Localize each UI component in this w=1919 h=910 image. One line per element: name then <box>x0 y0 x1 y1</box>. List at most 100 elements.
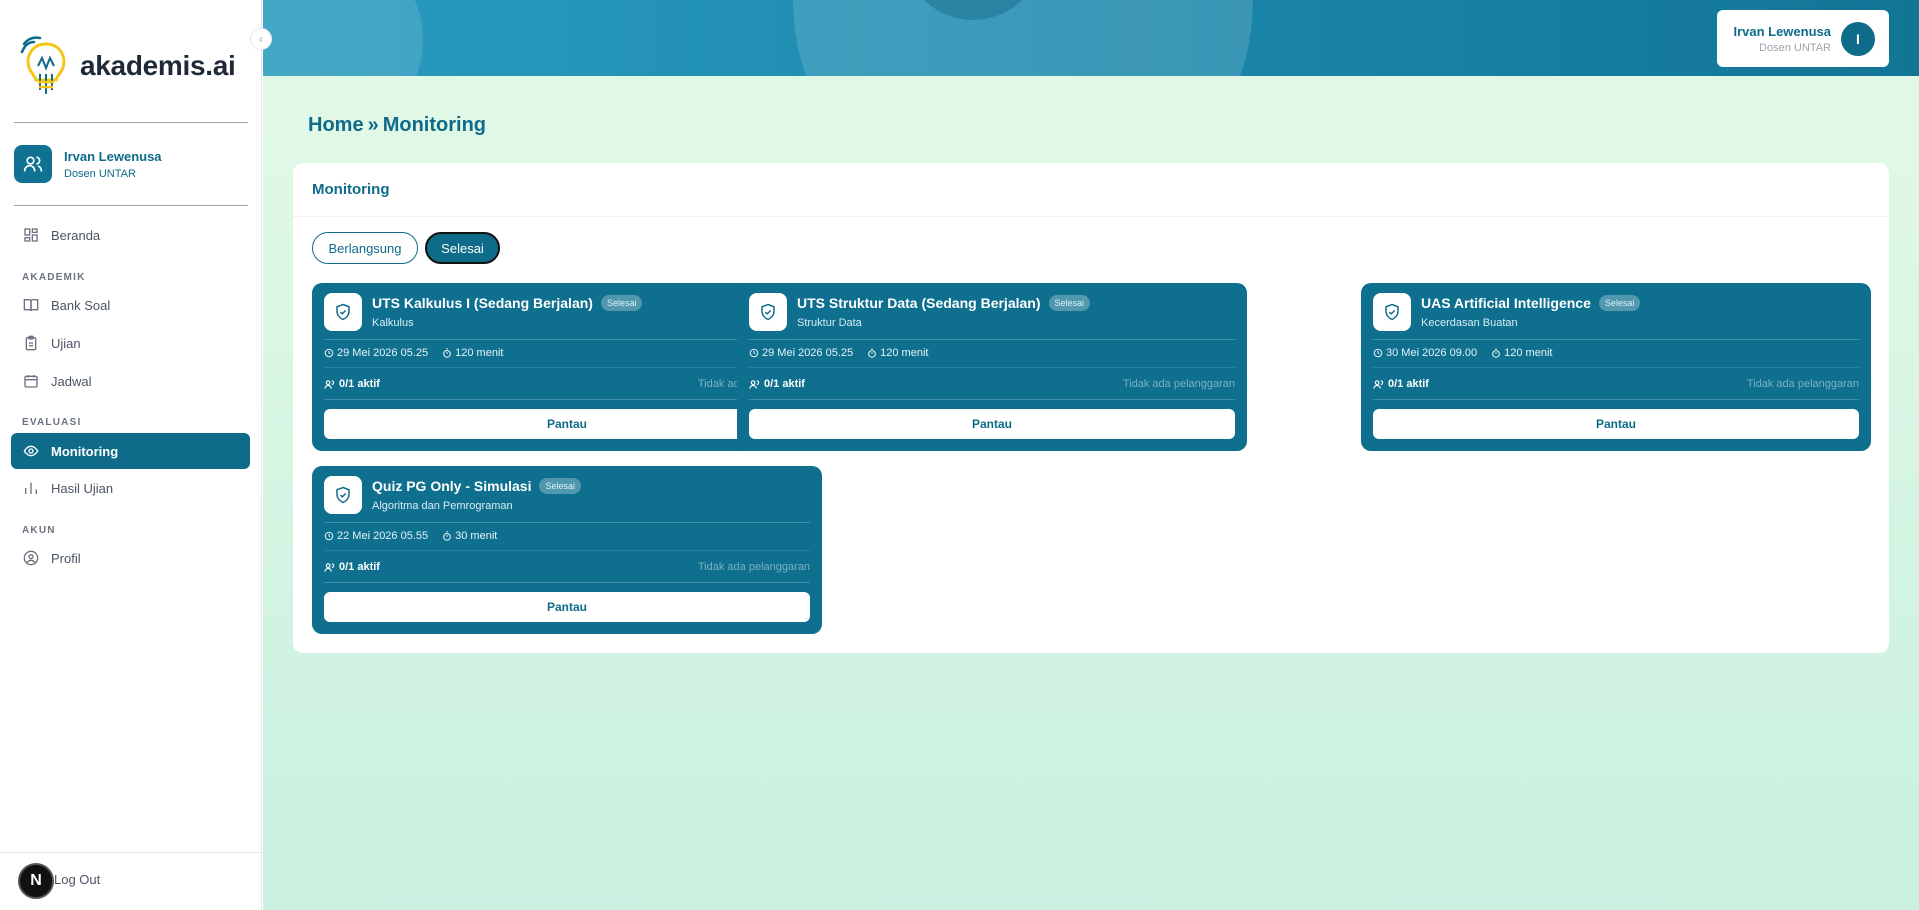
divider <box>324 522 810 523</box>
violation-status: Tidak ada pelanggaran <box>697 561 810 573</box>
monitoring-panel: Monitoring Berlangsung Selesai UTS Kalku… <box>293 163 1889 653</box>
pantau-button[interactable]: Pantau <box>749 409 1235 439</box>
users-icon <box>324 562 335 572</box>
main-content: Irvan Lewenusa Dosen UNTAR I Home » Moni… <box>263 0 1919 910</box>
bar-chart-icon <box>25 482 37 494</box>
active-count: 0/1 aktif <box>1388 378 1429 390</box>
dev-tools-badge[interactable]: N <box>18 863 54 899</box>
shield-check-icon <box>324 293 362 331</box>
logout-area: N Log Out <box>0 852 262 910</box>
divider <box>749 399 1235 400</box>
exam-subject: Struktur Data <box>797 317 862 329</box>
divider <box>293 216 1889 217</box>
exam-subject: Kalkulus <box>372 317 414 329</box>
users-icon <box>324 379 335 389</box>
status-badge: Selesai <box>1598 295 1641 311</box>
sidebar-user-name: Irvan Lewenusa <box>64 148 162 164</box>
sidebar: ‹ akademis.ai Irvan Lewenusa Dosen UNTAR… <box>0 0 272 910</box>
sidebar-item-label: Hasil Ujian <box>51 480 114 496</box>
sidebar-item-label: Beranda <box>51 227 101 243</box>
shield-check-icon <box>1373 293 1411 331</box>
brand-name: akademis.ai <box>80 50 236 81</box>
sidebar-item-label: Jadwal <box>51 373 92 389</box>
sidebar-item-monitoring[interactable]: Monitoring <box>11 433 250 469</box>
exam-datetime: 29 Mei 2026 05.25 <box>337 347 429 359</box>
header-user-card[interactable]: Irvan Lewenusa Dosen UNTAR I <box>1717 10 1889 67</box>
exam-subject: Algoritma dan Pemrograman <box>372 500 513 512</box>
sidebar-item-beranda[interactable]: Beranda <box>11 217 250 253</box>
exam-duration: 120 menit <box>880 347 929 359</box>
section-akun: AKUN <box>22 525 56 536</box>
clock-icon <box>1373 348 1383 358</box>
sidebar-item-hasil-ujian[interactable]: Hasil Ujian <box>11 470 250 506</box>
timer-icon <box>443 531 451 541</box>
status-badge: Selesai <box>1048 295 1091 311</box>
calendar-icon <box>24 375 38 388</box>
exam-title: Quiz PG Only - Simulasi <box>372 478 532 494</box>
exam-datetime: 30 Mei 2026 09.00 <box>1386 347 1478 359</box>
header-user-role: Dosen UNTAR <box>1759 41 1831 54</box>
brand-logo[interactable]: akademis.ai <box>20 34 236 98</box>
divider <box>14 122 248 123</box>
sidebar-user: Irvan Lewenusa Dosen UNTAR <box>14 145 162 183</box>
exam-datetime: 29 Mei 2026 05.25 <box>762 347 854 359</box>
breadcrumb-current: Monitoring <box>382 114 487 136</box>
logout-button[interactable]: Log Out <box>54 872 100 887</box>
breadcrumb-separator: » <box>367 114 379 136</box>
active-count: 0/1 aktif <box>764 378 805 390</box>
sidebar-item-label: Monitoring <box>51 443 119 459</box>
exam-subject: Kecerdasan Buatan <box>1421 317 1518 329</box>
sidebar-item-label: Ujian <box>51 335 81 351</box>
clock-icon <box>324 348 334 358</box>
breadcrumb-home[interactable]: Home <box>308 114 364 137</box>
shield-check-icon <box>324 476 362 514</box>
active-count: 0/1 aktif <box>339 378 380 390</box>
sidebar-item-ujian[interactable]: Ujian <box>11 325 250 361</box>
divider <box>14 205 248 206</box>
header-user-name: Irvan Lewenusa <box>1733 23 1831 39</box>
status-badge: Selesai <box>539 478 582 494</box>
users-icon <box>1373 379 1384 389</box>
avatar[interactable]: I <box>1841 21 1875 56</box>
users-icon <box>14 145 52 183</box>
divider <box>324 550 810 551</box>
tab-selesai[interactable]: Selesai <box>425 232 500 264</box>
pantau-button[interactable]: Pantau <box>1373 409 1859 439</box>
divider <box>324 582 810 583</box>
users-icon <box>749 379 760 389</box>
active-count: 0/1 aktif <box>339 561 380 573</box>
collapse-sidebar-button[interactable]: ‹ <box>250 28 272 50</box>
divider <box>1373 399 1859 400</box>
sidebar-item-bank-soal[interactable]: Bank Soal <box>11 287 250 323</box>
timer-icon <box>868 348 876 358</box>
exam-duration: 30 menit <box>455 530 498 542</box>
sidebar-item-profil[interactable]: Profil <box>11 540 250 576</box>
divider <box>749 339 1235 340</box>
pantau-button[interactable]: Pantau <box>324 592 810 622</box>
banner-decoration <box>263 0 423 76</box>
exam-title: UTS Struktur Data (Sedang Berjalan) <box>797 295 1041 311</box>
sidebar-item-jadwal[interactable]: Jadwal <box>11 363 250 399</box>
clipboard-icon <box>25 335 37 351</box>
section-akademik: AKADEMIK <box>22 272 86 283</box>
violation-status: Tidak ada pelanggaran <box>1746 378 1859 390</box>
eye-icon <box>23 445 39 457</box>
dashboard-icon <box>24 228 38 242</box>
tab-berlangsung[interactable]: Berlangsung <box>312 232 418 264</box>
clock-icon <box>749 348 759 358</box>
user-circle-icon <box>23 550 39 566</box>
exam-duration: 120 menit <box>455 347 504 359</box>
breadcrumb: Home » Monitoring <box>308 114 486 137</box>
panel-title: Monitoring <box>312 181 390 198</box>
lightbulb-logo-icon <box>20 36 66 94</box>
exam-datetime: 22 Mei 2026 05.55 <box>337 530 429 542</box>
divider <box>749 367 1235 368</box>
book-open-icon <box>23 299 39 312</box>
exam-card: Quiz PG Only - Simulasi Selesai Algoritm… <box>312 466 822 634</box>
exam-title: UTS Kalkulus I (Sedang Berjalan) <box>372 295 593 311</box>
timer-icon <box>443 348 451 358</box>
banner-decoration <box>793 0 1253 76</box>
exam-card: UTS Struktur Data (Sedang Berjalan) Sele… <box>737 283 1247 451</box>
shield-check-icon <box>749 293 787 331</box>
sidebar-user-role: Dosen UNTAR <box>64 167 136 180</box>
